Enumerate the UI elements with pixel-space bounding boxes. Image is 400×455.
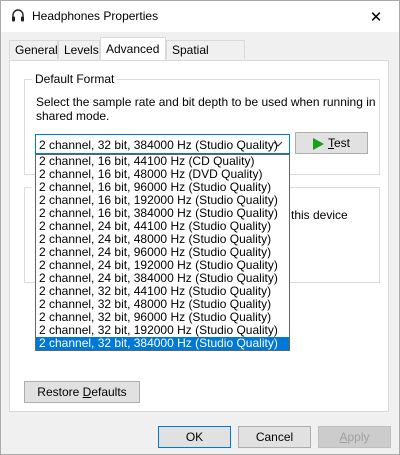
chevron-down-icon: [273, 138, 283, 152]
window-title: Headphones Properties: [32, 9, 159, 23]
headphones-icon: [11, 9, 25, 23]
properties-dialog: Headphones Properties ✕ General Levels A…: [0, 0, 400, 455]
default-format-description: Select the sample rate and bit depth to …: [36, 95, 376, 123]
sample-rate-dropdown-list: 2 channel, 16 bit, 44100 Hz (CD Quality)…: [35, 154, 290, 351]
apply-button[interactable]: Apply: [318, 426, 391, 448]
tab-levels[interactable]: Levels: [58, 40, 100, 59]
exclusive-mode-text: this device: [291, 208, 348, 222]
tab-spatial-sound[interactable]: Spatial sound: [166, 40, 245, 76]
tab-general[interactable]: General: [9, 40, 58, 59]
tab-advanced[interactable]: Advanced: [100, 37, 166, 60]
test-button[interactable]: Test: [295, 132, 368, 154]
restore-defaults-button[interactable]: Restore Defaults: [24, 381, 140, 403]
dropdown-option-selected[interactable]: 2 channel, 32 bit, 384000 Hz (Studio Qua…: [36, 337, 289, 350]
cancel-button[interactable]: Cancel: [238, 426, 311, 448]
play-icon: [312, 137, 324, 150]
default-format-title: Default Format: [32, 72, 118, 86]
ok-button[interactable]: OK: [158, 426, 231, 448]
close-button[interactable]: ✕: [353, 1, 399, 32]
title-bar: Headphones Properties ✕: [1, 1, 399, 32]
sample-rate-select[interactable]: 2 channel, 32 bit, 384000 Hz (Studio Qua…: [35, 134, 290, 154]
sample-rate-select-value: 2 channel, 32 bit, 384000 Hz (Studio Qua…: [39, 138, 278, 152]
close-icon: ✕: [369, 8, 383, 26]
